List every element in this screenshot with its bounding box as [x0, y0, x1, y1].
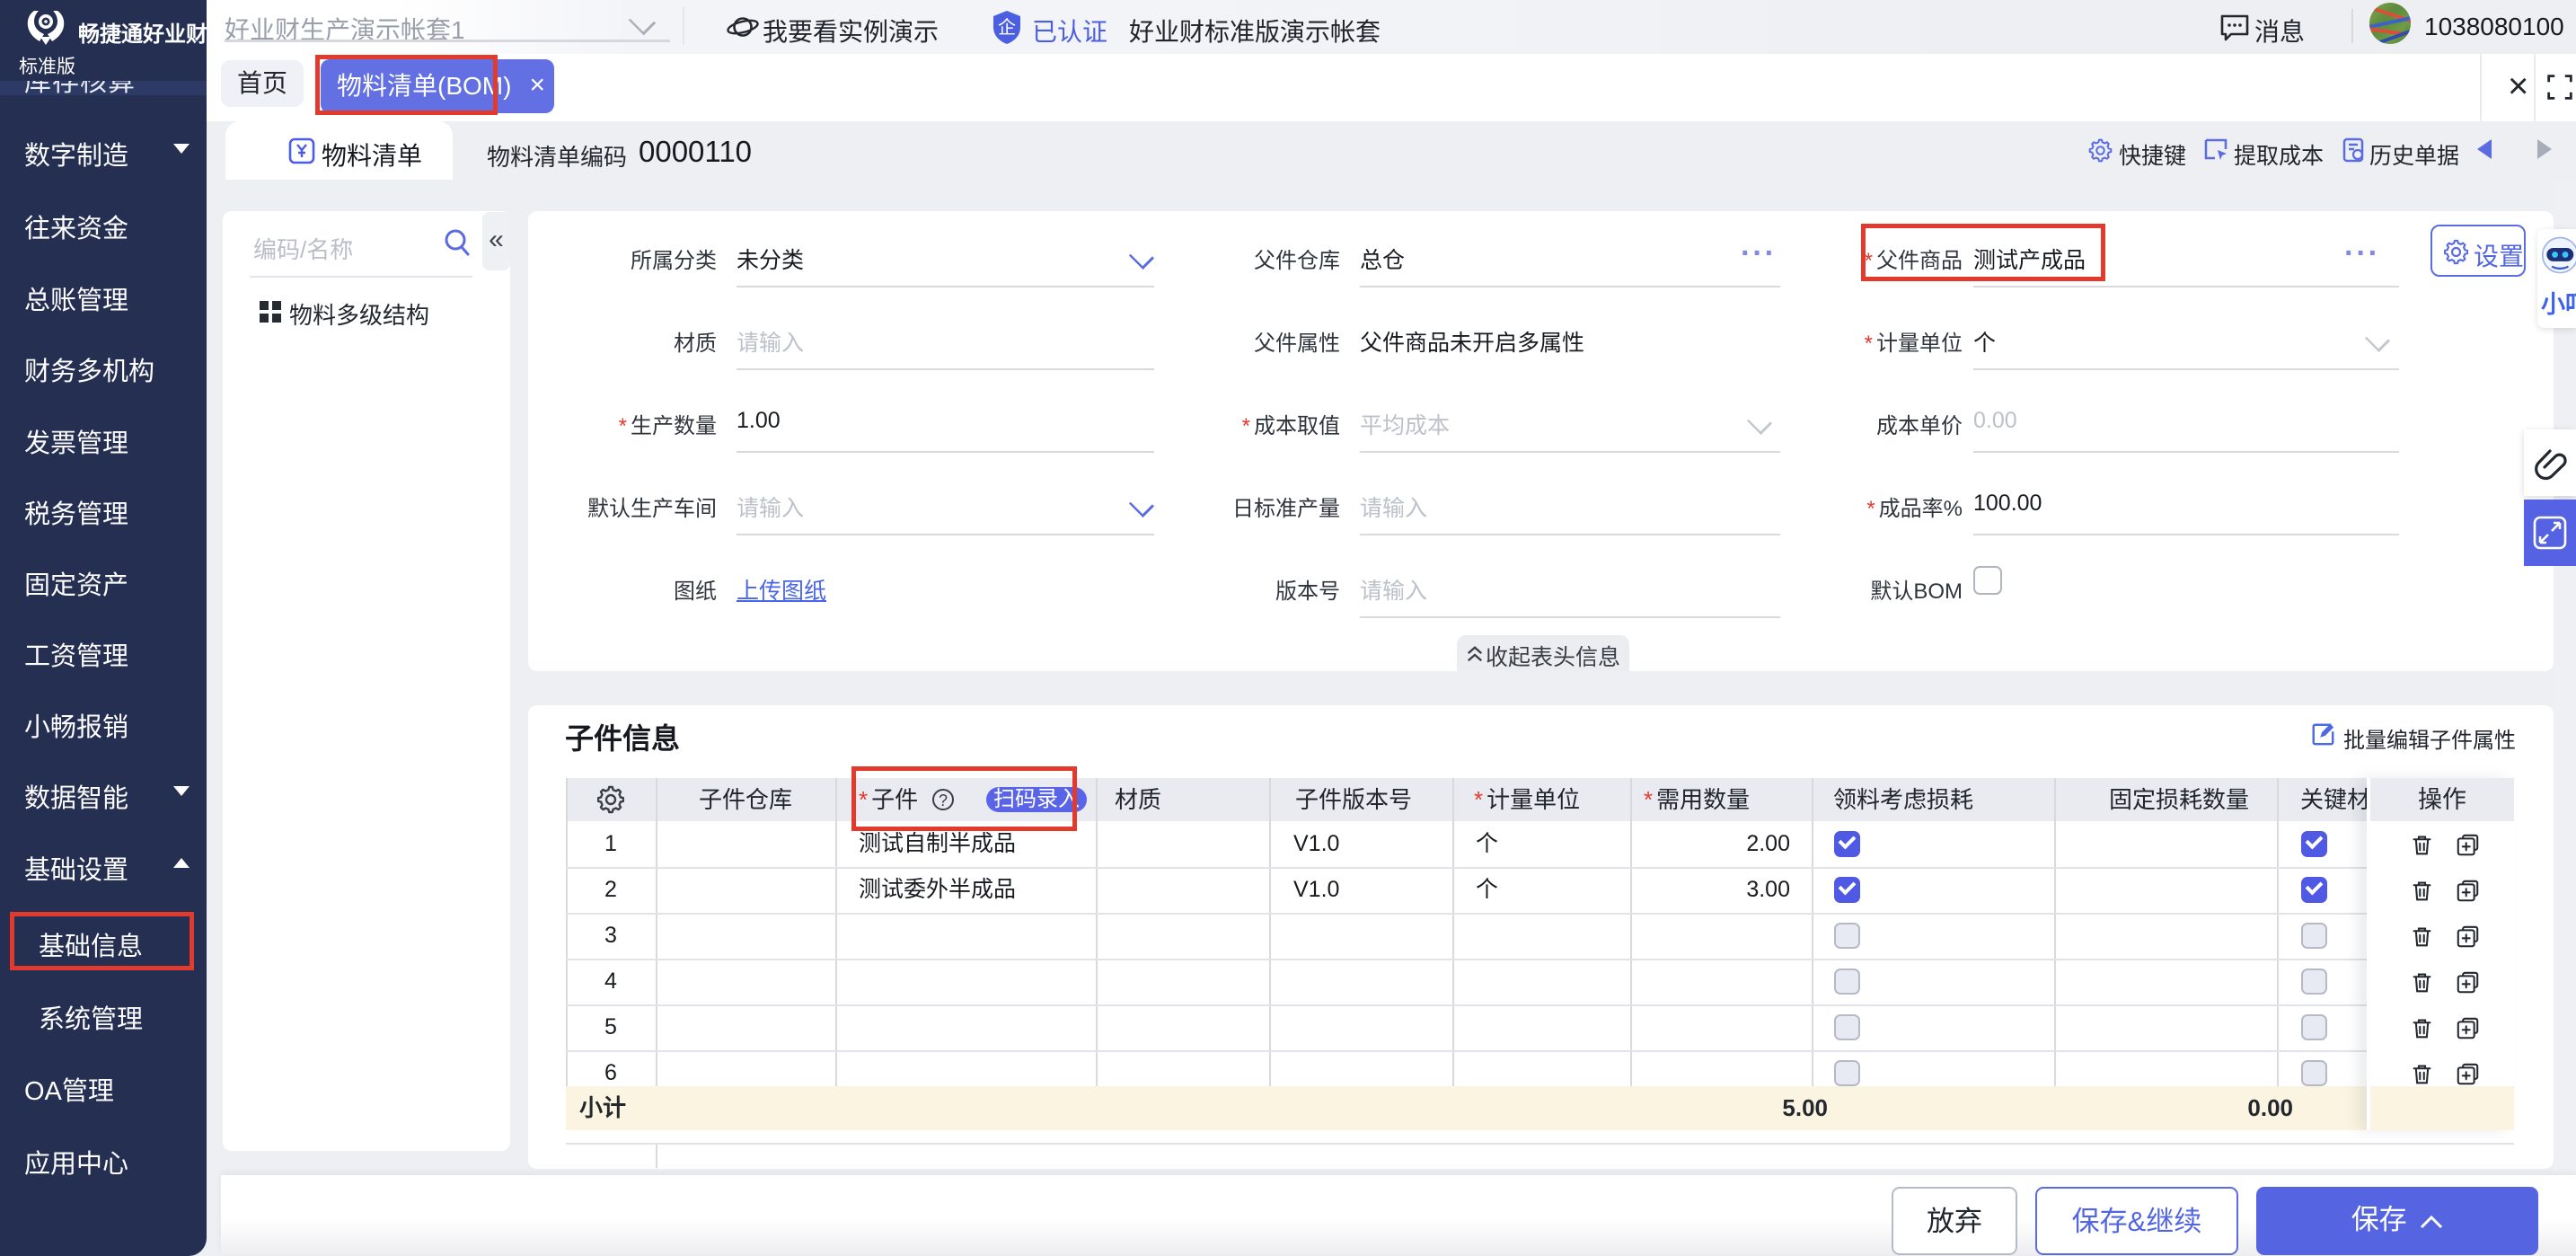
svg-text:企: 企	[998, 17, 1016, 38]
